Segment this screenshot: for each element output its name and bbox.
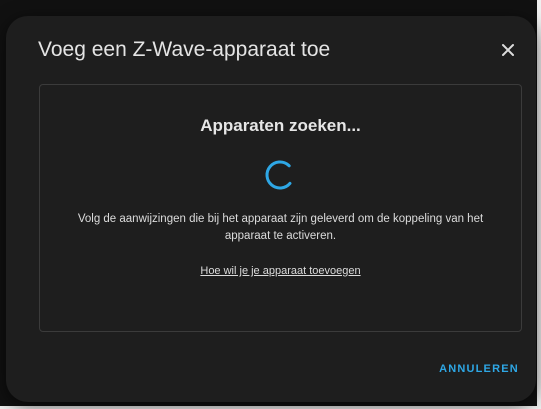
loading-spinner-icon [265, 160, 295, 190]
close-button[interactable] [494, 36, 522, 64]
cancel-button[interactable]: ANNULEREN [432, 356, 526, 382]
pairing-instructions: Volg de aanwijzingen die bij het apparaa… [77, 213, 484, 242]
search-panel: Apparaten zoeken... Volg de aanwijzingen… [39, 84, 522, 332]
how-to-add-device-link[interactable]: Hoe wil je je apparaat toevoegen [40, 263, 521, 279]
close-icon [502, 44, 514, 56]
dialog-title: Voeg een Z-Wave-apparaat toe [38, 38, 331, 61]
backdrop-edge [537, 0, 541, 409]
add-zwave-device-dialog: Voeg een Z-Wave-apparaat toe Apparaten z… [6, 16, 536, 402]
searching-title: Apparaten zoeken... [200, 116, 361, 135]
